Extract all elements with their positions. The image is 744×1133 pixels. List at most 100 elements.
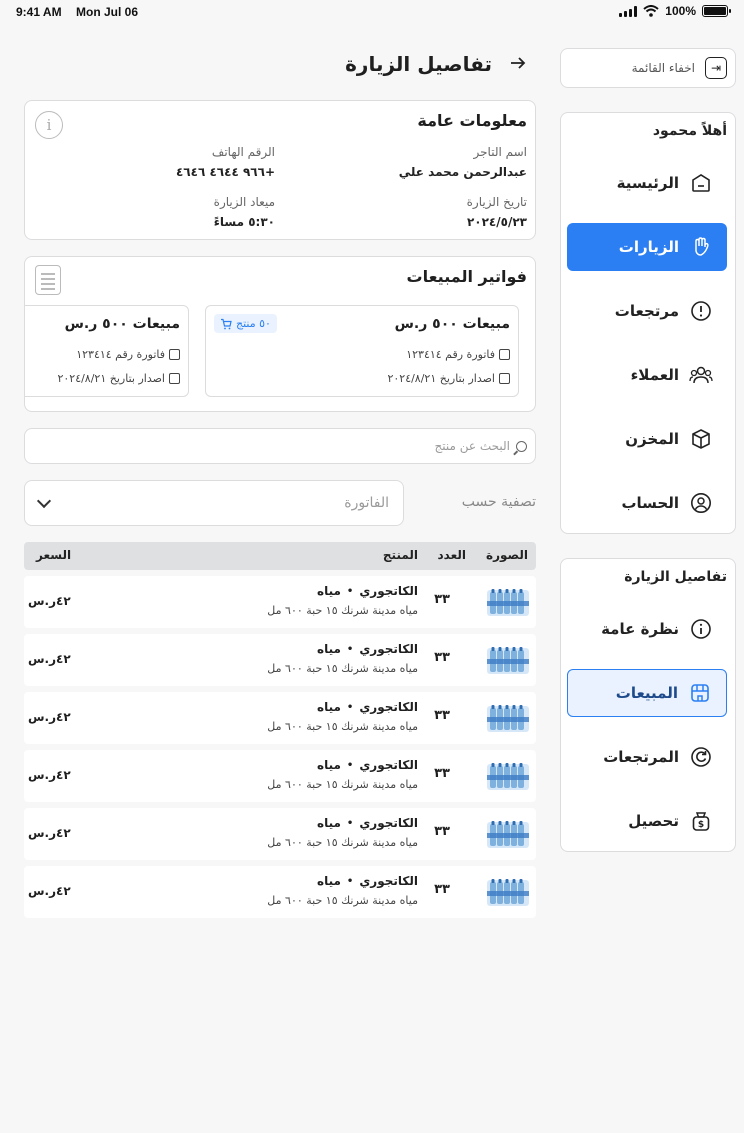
row-price: ٤٢ر.س bbox=[28, 710, 71, 724]
hide-menu-button[interactable]: اخفاء القائمة ⇥ bbox=[560, 48, 736, 88]
row-qty: ٣٣ bbox=[434, 592, 450, 607]
table-row[interactable]: ٣٣ الكاتجوري • مياه مياه مدينة شرنك ١٥ حبة ٦… bbox=[24, 634, 536, 686]
tab-overview[interactable]: نظرة عامة bbox=[567, 605, 727, 653]
row-product-name: الكاتجوري • مياه bbox=[317, 874, 418, 888]
invoice-date: اصدار بتاريخ ٢٠٢٤/٨/٢١ bbox=[387, 372, 495, 385]
visit-date-label: تاريخ الزيارة bbox=[466, 195, 527, 209]
table-row[interactable]: ٣٣ الكاتجوري • مياه مياه مدينة شرنك ١٥ حبة ٦… bbox=[24, 866, 536, 918]
row-separator: • bbox=[346, 759, 354, 771]
row-qty: ٣٣ bbox=[434, 824, 450, 839]
invoice-date: اصدار بتاريخ ٢٠٢٤/٨/٢١ bbox=[57, 372, 165, 385]
row-qty: ٣٣ bbox=[434, 708, 450, 723]
battery-percent: 100% bbox=[665, 4, 696, 18]
wifi-icon bbox=[643, 5, 659, 17]
sidebar-item-home[interactable]: الرئيسية bbox=[567, 159, 727, 207]
header-price: السعر bbox=[36, 548, 72, 562]
row-separator: • bbox=[346, 585, 354, 597]
visit-time-value: ٥:٣٠ مساءً bbox=[213, 215, 275, 229]
merchant-value: عبدالرحمن محمد علي bbox=[398, 165, 527, 179]
search-placeholder: البحث عن منتج bbox=[434, 439, 510, 453]
invoice-number: فاتورة رقم ١٢٣٤١٤ bbox=[406, 348, 495, 361]
row-description: مياه مدينة شرنك ١٥ حبة ٦٠٠ مل bbox=[267, 720, 418, 733]
invoice-date-line: اصدار بتاريخ ٢٠٢٤/٨/٢١ bbox=[57, 372, 180, 385]
alert-circle-icon bbox=[689, 299, 713, 323]
invoice-number-line: فاتورة رقم ١٢٣٤١٤ bbox=[406, 348, 510, 361]
home-icon bbox=[689, 171, 713, 195]
row-category: مياه bbox=[316, 700, 341, 714]
tab-label: تحصيل bbox=[628, 812, 679, 830]
phone-value: +٩٦٦ ٤٦٤٤ ٤٦٤٦ bbox=[175, 165, 275, 179]
sidebar-item-label: الحساب bbox=[621, 494, 679, 512]
svg-text:$: $ bbox=[698, 820, 704, 830]
row-price: ٤٢ر.س bbox=[28, 652, 71, 666]
row-description: مياه مدينة شرنك ١٥ حبة ٦٠٠ مل bbox=[267, 836, 418, 849]
user-circle-icon bbox=[689, 491, 713, 515]
table-row[interactable]: ٣٣ الكاتجوري • مياه مياه مدينة شرنك ١٥ حبة ٦… bbox=[24, 808, 536, 860]
tab-label: المبيعات bbox=[615, 684, 678, 702]
row-brand: الكاتجوري bbox=[359, 584, 418, 598]
row-description: مياه مدينة شرنك ١٥ حبة ٦٠٠ مل bbox=[267, 662, 418, 675]
product-image bbox=[487, 763, 529, 790]
sales-invoices-card: فواتير المبيعات مبيعات ٥٠٠ ر.س ٥٠ منتج ف… bbox=[24, 256, 536, 412]
header-image: الصورة bbox=[486, 548, 528, 562]
hide-menu-label: اخفاء القائمة bbox=[631, 61, 695, 75]
row-category: مياه bbox=[316, 816, 341, 830]
invoice-date-line: اصدار بتاريخ ٢٠٢٤/٨/٢١ bbox=[387, 372, 510, 385]
product-image bbox=[487, 589, 529, 616]
row-product-name: الكاتجوري • مياه bbox=[317, 584, 418, 598]
tab-label: نظرة عامة bbox=[601, 620, 679, 638]
header-qty: العدد bbox=[437, 548, 466, 562]
collapse-sidebar-icon: ⇥ bbox=[705, 57, 727, 79]
invoice-card[interactable]: مبيعات ٥٠٠ ر.س ٥٠ منتج فاتورة رقم ١٢٣٤١٤… bbox=[205, 305, 519, 397]
row-category: مياه bbox=[316, 584, 341, 598]
table-row[interactable]: ٣٣ الكاتجوري • مياه مياه مدينة شرنك ١٥ حبة ٦… bbox=[24, 692, 536, 744]
document-icon bbox=[169, 349, 180, 360]
row-brand: الكاتجوري bbox=[359, 642, 418, 656]
box-icon bbox=[689, 427, 713, 451]
store-icon bbox=[688, 681, 712, 705]
invoice-amount: مبيعات ٥٠٠ ر.س bbox=[64, 316, 180, 332]
products-badge: ٥٠ منتج bbox=[214, 314, 277, 333]
tab-sales[interactable]: المبيعات bbox=[567, 669, 727, 717]
product-search-input[interactable]: البحث عن منتج bbox=[24, 428, 536, 464]
merchant-label: اسم التاجر bbox=[473, 145, 528, 159]
battery-icon bbox=[702, 5, 731, 17]
back-button[interactable] bbox=[508, 54, 528, 76]
tab-returns[interactable]: المرتجعات bbox=[567, 733, 727, 781]
header-product: المنتج bbox=[382, 548, 418, 562]
visit-time-label: ميعاد الزيارة bbox=[213, 195, 275, 209]
calendar-icon bbox=[169, 373, 180, 384]
invoice-amount: مبيعات ٥٠٠ ر.س bbox=[394, 316, 510, 332]
money-bag-icon: $ bbox=[689, 809, 713, 833]
sidebar-item-label: العملاء bbox=[630, 366, 679, 384]
row-price: ٤٢ر.س bbox=[28, 826, 71, 840]
tab-label: المرتجعات bbox=[603, 748, 679, 766]
filter-placeholder: الفاتورة bbox=[344, 495, 389, 511]
table-row[interactable]: ٣٣ الكاتجوري • مياه مياه مدينة شرنك ١٥ حبة ٦… bbox=[24, 750, 536, 802]
sidebar-item-account[interactable]: الحساب bbox=[567, 479, 727, 527]
calendar-icon bbox=[499, 373, 510, 384]
sidebar-item-label: المخزن bbox=[625, 430, 679, 448]
cart-icon bbox=[221, 318, 232, 329]
visit-details-title: تفاصيل الزيارة bbox=[624, 569, 727, 585]
sidebar-item-label: الزيارات bbox=[618, 238, 679, 256]
sidebar-item-visits[interactable]: الزيارات bbox=[567, 223, 727, 271]
sidebar-item-returns[interactable]: مرتجعات bbox=[567, 287, 727, 335]
products-table-header: الصورة العدد المنتج السعر bbox=[24, 542, 536, 570]
sidebar-item-warehouse[interactable]: المخزن bbox=[567, 415, 727, 463]
signal-icon bbox=[619, 5, 638, 17]
row-product-name: الكاتجوري • مياه bbox=[317, 700, 418, 714]
sidebar-item-customers[interactable]: العملاء bbox=[567, 351, 727, 399]
arrow-right-icon bbox=[511, 57, 526, 69]
tab-collection[interactable]: $ تحصيل bbox=[567, 797, 727, 845]
product-image bbox=[487, 879, 529, 906]
invoice-number: فاتورة رقم ١٢٣٤١٤ bbox=[76, 348, 165, 361]
row-description: مياه مدينة شرنك ١٥ حبة ٦٠٠ مل bbox=[267, 894, 418, 907]
table-row[interactable]: ٣٣ الكاتجوري • مياه مياه مدينة شرنك ١٥ حبة ٦… bbox=[24, 576, 536, 628]
filter-dropdown[interactable]: الفاتورة bbox=[24, 480, 404, 526]
general-info-card: معلومات عامة i اسم التاجر عبدالرحمن محمد… bbox=[24, 100, 536, 240]
row-qty: ٣٣ bbox=[434, 650, 450, 665]
invoice-card[interactable]: مبيعات ٥٠٠ ر.س فاتورة رقم ١٢٣٤١٤ اصدار ب… bbox=[25, 305, 189, 397]
row-brand: الكاتجوري bbox=[359, 816, 418, 830]
page-title: تفاصيل الزيارة bbox=[345, 52, 492, 76]
